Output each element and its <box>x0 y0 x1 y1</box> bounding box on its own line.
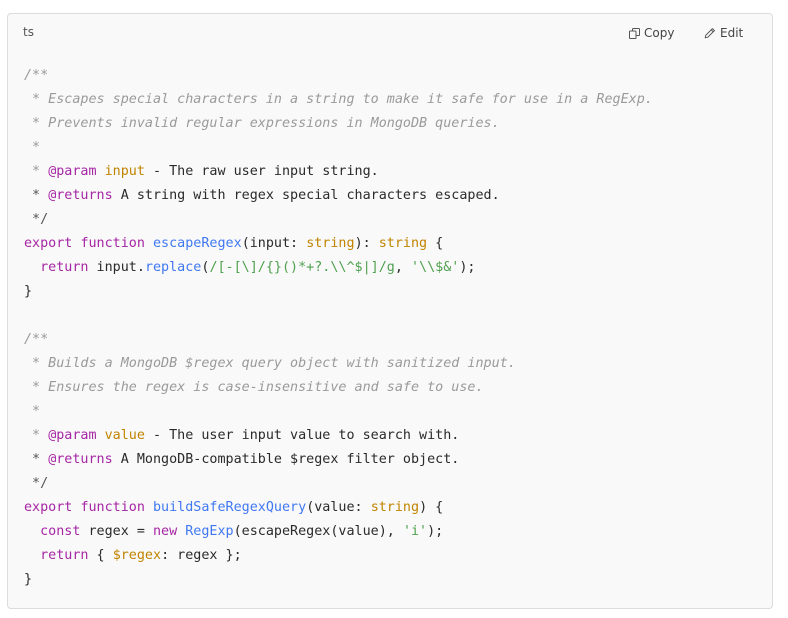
code-line: /** <box>24 328 653 352</box>
code-token: input. <box>88 260 145 275</box>
code-line: * Escapes special characters in a string… <box>24 88 653 112</box>
code-token: string <box>306 236 355 251</box>
code-token: A MongoDB-compatible $regex filter objec… <box>112 452 460 467</box>
code-token: /** <box>24 332 49 347</box>
code-line: * <box>24 136 653 160</box>
code-token: A string with regex special characters e… <box>112 188 500 203</box>
code-line: } <box>24 568 653 592</box>
code-token: * <box>24 188 49 203</box>
pencil-icon <box>704 27 716 39</box>
code-token: /[-[\]/{}()*+?.\\^$|]/g <box>209 260 395 275</box>
code-token: @param <box>48 164 97 179</box>
code-line: * @param value - The user input value to… <box>24 424 653 448</box>
code-line: /** <box>24 64 653 88</box>
code-line: */ <box>24 208 653 232</box>
code-line: * <box>24 400 653 424</box>
code-line: */ <box>24 472 653 496</box>
code-token: ); <box>427 524 444 539</box>
code-token: RegExp <box>185 524 234 539</box>
code-token: , <box>394 260 411 275</box>
code-token: 'i' <box>402 524 428 539</box>
code-token: const <box>40 524 81 539</box>
code-token: */ <box>24 476 49 491</box>
code-token: value <box>104 428 145 443</box>
code-token: $regex <box>112 548 162 563</box>
code-line: * Ensures the regex is case-insensitive … <box>24 376 653 400</box>
code-token: } <box>24 572 33 587</box>
code-token: string <box>378 236 428 251</box>
code-token: @returns <box>48 452 113 467</box>
code-token: { <box>88 548 113 563</box>
code-token: { <box>427 236 444 251</box>
code-token: string <box>370 500 420 515</box>
code-token: @returns <box>48 188 113 203</box>
code-block: ts Copy Edit /** * Escapes special chara… <box>7 13 773 609</box>
code-token: * Builds a MongoDB $regex query object w… <box>24 356 516 371</box>
code-line: * @param input - The raw user input stri… <box>24 160 653 184</box>
edit-button[interactable]: Edit <box>704 25 743 41</box>
code-token: regex = <box>80 524 153 539</box>
code-token: escapeRegex <box>153 236 242 251</box>
code-token: (value: <box>306 500 371 515</box>
code-line: const regex = new RegExp(escapeRegex(val… <box>24 520 653 544</box>
code-line: * @returns A MongoDB-compatible $regex f… <box>24 448 653 472</box>
language-label: ts <box>23 25 34 39</box>
code-token: - The raw user input string. <box>144 164 379 179</box>
code-token: return <box>40 260 89 275</box>
code-token: function <box>80 500 145 515</box>
code-token: * Escapes special characters in a string… <box>24 92 653 107</box>
code-token: /** <box>24 68 49 83</box>
code-token: ) { <box>419 500 444 515</box>
code-token: @param <box>48 428 97 443</box>
code-token: * <box>24 164 49 179</box>
code-line: * Builds a MongoDB $regex query object w… <box>24 352 653 376</box>
code-token: export <box>24 236 73 251</box>
code-token: (input: <box>241 236 307 251</box>
copy-button[interactable]: Copy <box>629 25 674 41</box>
code-token: ): <box>354 236 379 251</box>
edit-label: Edit <box>720 26 744 40</box>
code-token: * <box>24 404 41 419</box>
code-content[interactable]: /** * Escapes special characters in a st… <box>24 64 653 592</box>
code-token: function <box>80 236 145 251</box>
code-token: return <box>40 548 89 563</box>
code-block-header: ts Copy Edit <box>8 14 772 52</box>
code-token: * Ensures the regex is case-insensitive … <box>24 380 484 395</box>
code-line: } <box>24 280 653 304</box>
code-token: : regex }; <box>161 548 242 563</box>
code-token: '\\$&' <box>411 260 460 275</box>
code-token: replace <box>144 260 202 275</box>
code-line: return { $regex: regex }; <box>24 544 653 568</box>
code-token: - The user input value to search with. <box>144 428 460 443</box>
code-line: * @returns A string with regex special c… <box>24 184 653 208</box>
code-token: } <box>24 284 33 299</box>
code-line: return input.replace(/[-[\]/{}()*+?.\\^$… <box>24 256 653 280</box>
code-token: new <box>153 524 178 539</box>
code-token: * <box>24 452 49 467</box>
code-token: * <box>24 140 41 155</box>
code-token: */ <box>24 212 49 227</box>
code-token: export <box>24 500 73 515</box>
code-line: * Prevents invalid regular expressions i… <box>24 112 653 136</box>
code-token: buildSafeRegexQuery <box>153 500 307 515</box>
code-line: export function buildSafeRegexQuery(valu… <box>24 496 653 520</box>
code-token: * Prevents invalid regular expressions i… <box>24 116 500 131</box>
code-token: ); <box>459 260 476 275</box>
code-token: * <box>24 428 49 443</box>
copy-label: Copy <box>644 26 675 40</box>
copy-icon <box>629 27 640 39</box>
code-token: (escapeRegex(value), <box>233 524 403 539</box>
code-token: input <box>104 164 145 179</box>
code-line: export function escapeRegex(input: strin… <box>24 232 653 256</box>
